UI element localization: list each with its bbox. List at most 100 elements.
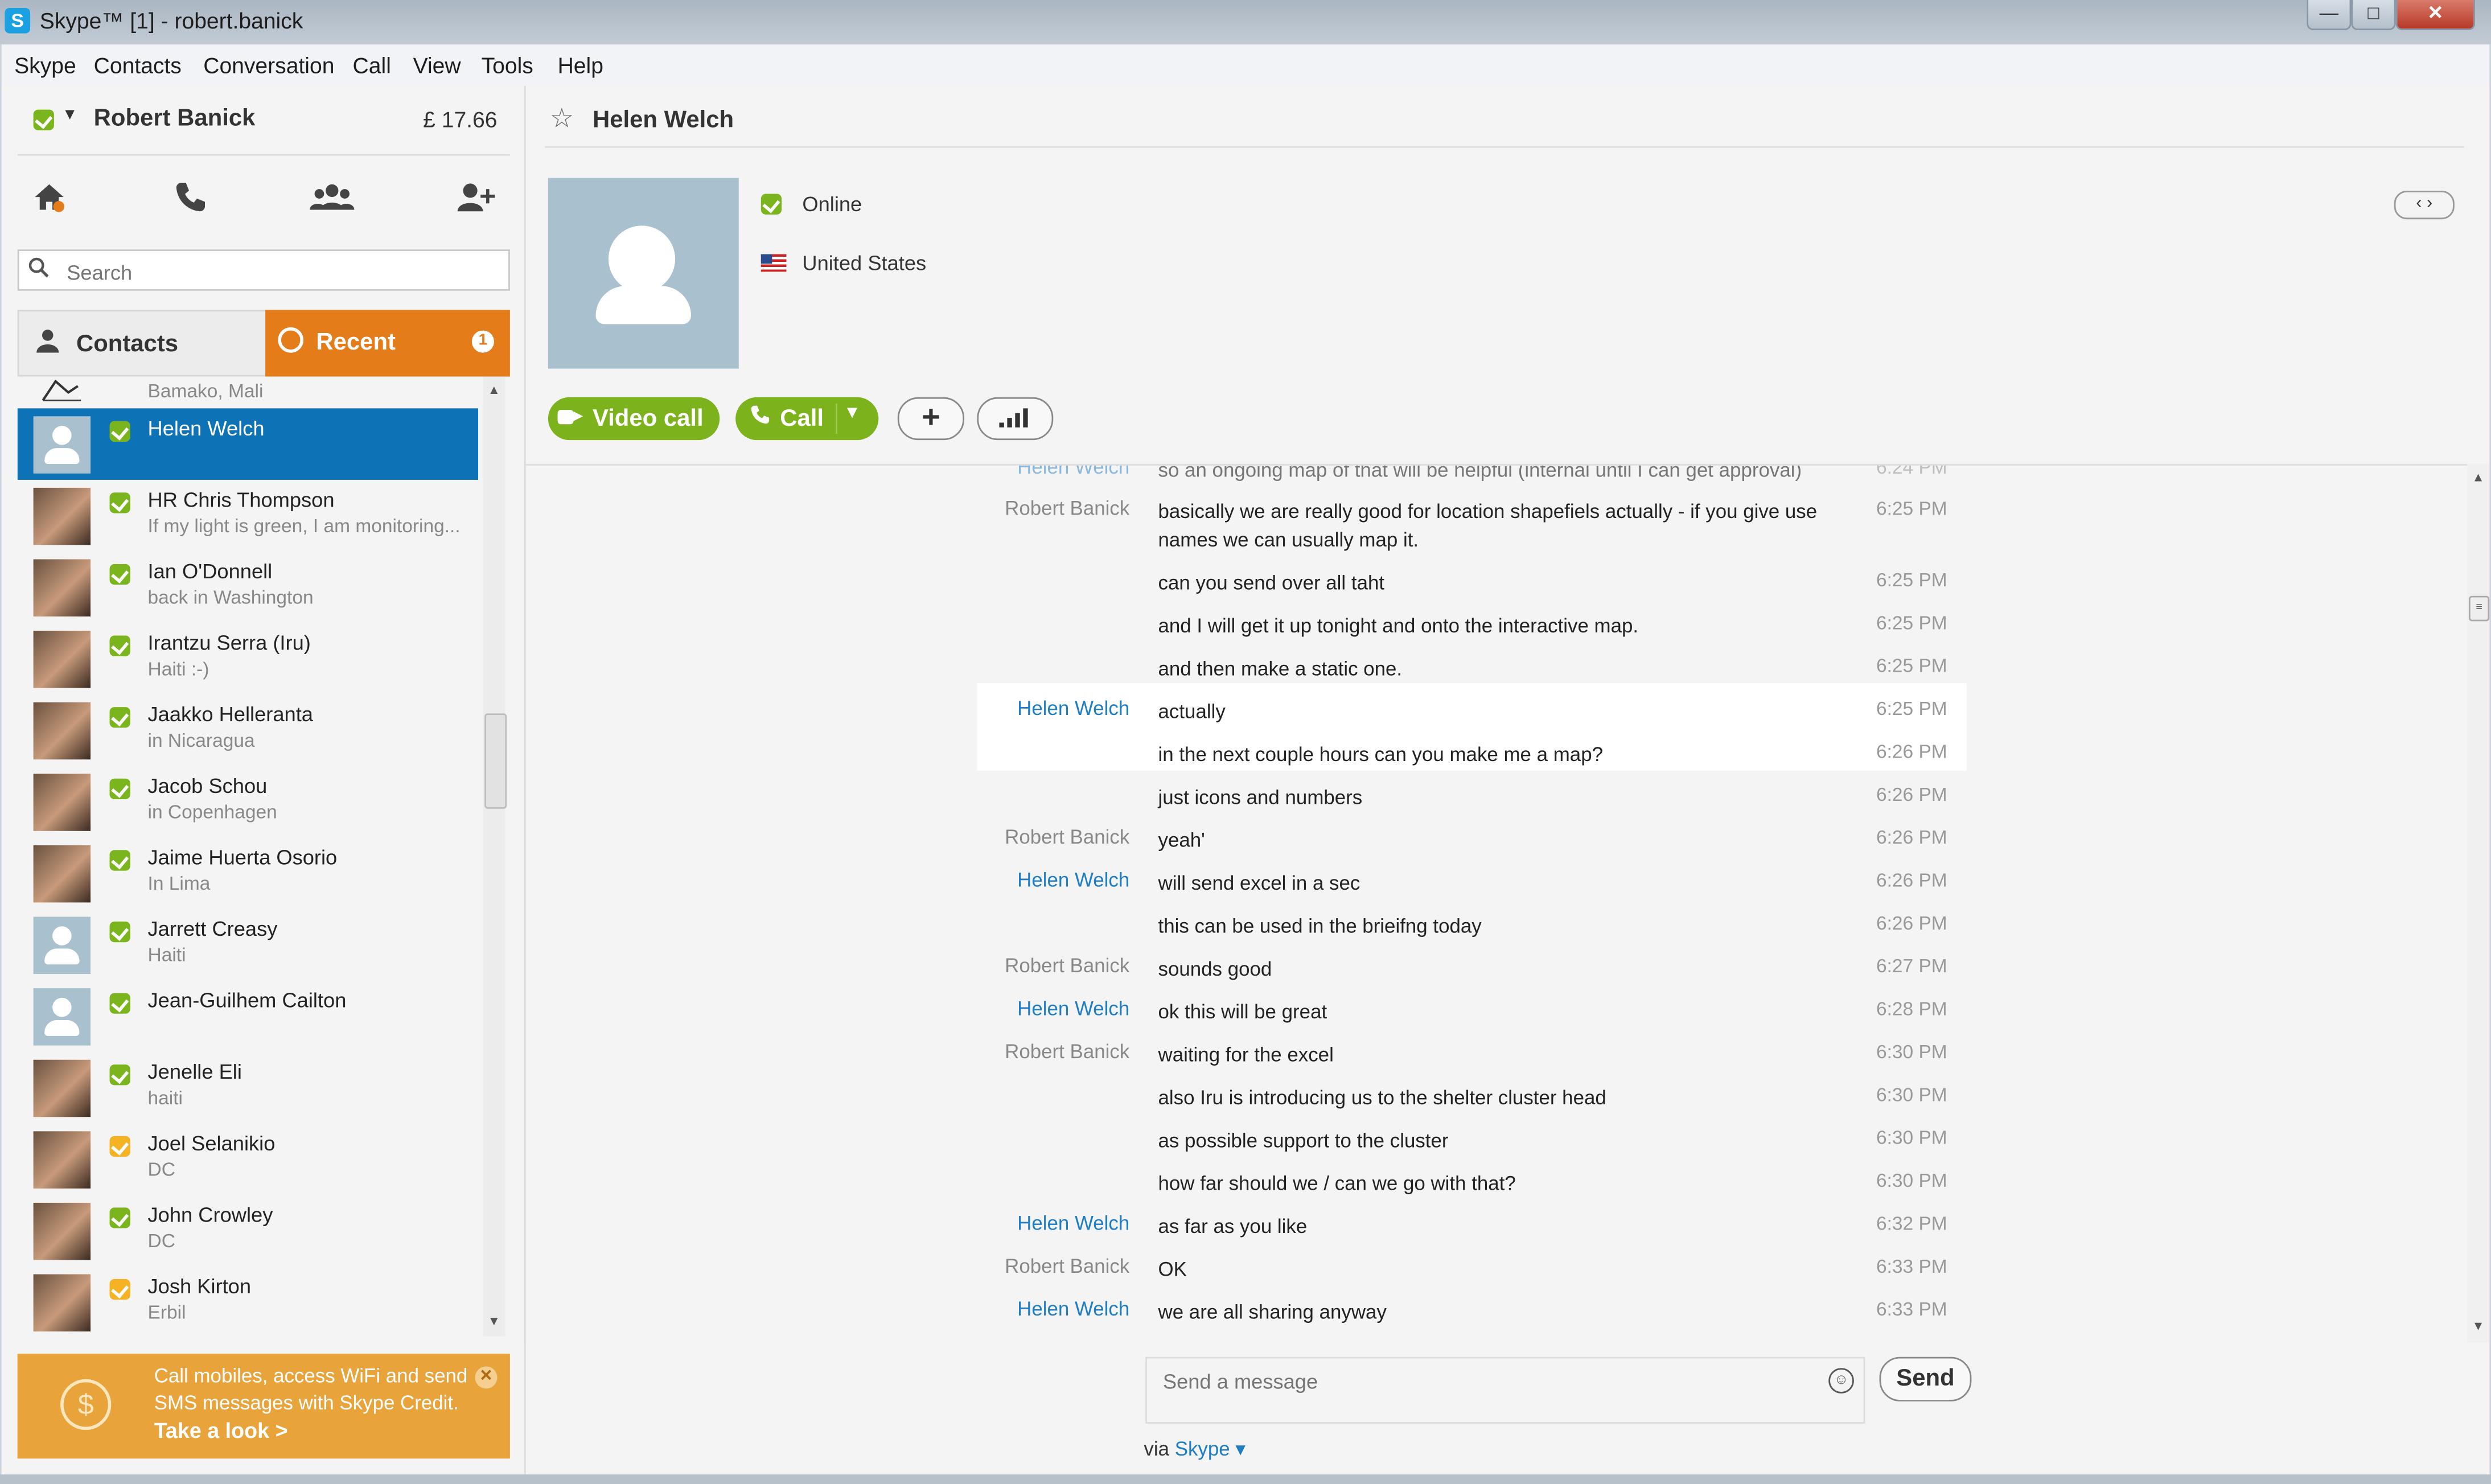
avatar (33, 1131, 91, 1189)
scroll-up-icon[interactable]: ▲ (488, 383, 500, 397)
message-sender[interactable]: Helen Welch (1017, 869, 1129, 891)
menu-view[interactable]: View (413, 52, 461, 78)
profile-avatar (548, 178, 739, 369)
message-input[interactable] (1160, 1366, 1818, 1395)
add-contact-icon[interactable] (453, 178, 500, 226)
message-sender[interactable]: Robert Banick (1005, 1255, 1129, 1277)
search-icon (28, 257, 49, 283)
contact-item[interactable]: Jacob Schou in Copenhagen (18, 766, 478, 837)
message-sender[interactable]: Helen Welch (1017, 1212, 1129, 1235)
contact-list-scrollbar[interactable]: ▲ ▼ (483, 376, 507, 1337)
chevron-down-icon[interactable]: ▼ (844, 404, 861, 422)
contact-item[interactable]: Irantzu Serra (Iru) Haiti :-) (18, 623, 478, 694)
phone-icon[interactable] (167, 178, 215, 226)
send-button[interactable]: Send (1879, 1356, 1972, 1401)
my-profile[interactable]: ▼ Robert Banick £ 17.66 (18, 98, 510, 143)
menu-help[interactable]: Help (558, 52, 603, 78)
home-icon[interactable] (26, 178, 73, 226)
message-time: 6:26 PM (1876, 826, 1947, 849)
star-icon[interactable]: ☆ (550, 103, 574, 135)
recent-count-badge: 1 (471, 330, 494, 353)
profile-nav-arrows[interactable]: ‹ › (2394, 190, 2455, 220)
contact-item[interactable]: Jaakko Helleranta in Nicaragua (18, 694, 478, 766)
close-icon[interactable]: ✕ (475, 1366, 498, 1389)
contact-name: Jacob Schou (147, 774, 268, 798)
contact-name: Jean-Guilhem Cailton (147, 988, 347, 1013)
message-sender[interactable]: Robert Banick (1005, 955, 1129, 977)
contact-mood: DC (147, 1230, 175, 1252)
via-skype-link[interactable]: Skype ▾ (1175, 1438, 1246, 1460)
contact-item[interactable]: Joel Selanikio DC (18, 1123, 478, 1195)
call-button[interactable]: Call ▼ (735, 397, 879, 441)
contact-item[interactable]: HR Chris Thompson If my light is green, I… (18, 480, 478, 552)
contact-item[interactable]: Jarrett Creasy Haiti (18, 909, 478, 981)
scroll-down-icon[interactable]: ▼ (488, 1314, 500, 1328)
video-camera-icon (557, 410, 583, 425)
online-status-icon (109, 492, 130, 513)
message-sender[interactable]: Robert Banick (1005, 1041, 1129, 1063)
menu-tools[interactable]: Tools (482, 52, 533, 78)
chat-history: Helen Welch so an ongoing map of that wi… (525, 464, 2468, 1345)
message-time: 6:32 PM (1876, 1212, 1947, 1235)
promo-link[interactable]: Take a look > (154, 1419, 288, 1443)
close-window-button[interactable]: ✕ (2395, 0, 2476, 31)
message-sender[interactable]: Robert Banick (1005, 826, 1129, 848)
message-time: 6:26 PM (1876, 740, 1947, 763)
call-quality-button[interactable] (977, 397, 1054, 441)
title-bar: S Skype™ [1] - robert.banick — □ ✕ (0, 0, 2491, 45)
message-time: 6:33 PM (1876, 1255, 1947, 1278)
my-status-icon[interactable] (33, 109, 54, 130)
add-to-conversation-button[interactable]: + (897, 397, 965, 441)
contact-item[interactable]: Helen Welch (17, 408, 479, 480)
contact-mood: in Copenhagen (147, 800, 277, 823)
tab-recent[interactable]: Recent 1 (265, 310, 510, 377)
menu-skype[interactable]: Skype (14, 52, 76, 78)
chat-message: Robert Banick sounds good 6:27 PM (526, 955, 2467, 993)
scroll-up-icon[interactable]: ▲ (2472, 470, 2485, 484)
contact-mood: back in Washington (147, 586, 314, 609)
contact-item[interactable]: Jean-Guilhem Cailton (18, 980, 478, 1052)
scroll-thumb[interactable]: ≡ (2468, 595, 2490, 622)
my-name[interactable]: Robert Banick (94, 105, 256, 131)
search-input[interactable] (63, 256, 499, 288)
avatar (33, 916, 91, 975)
avatar (33, 1202, 91, 1260)
contact-item[interactable]: Jaime Huerta Osorio In Lima (18, 837, 478, 909)
scroll-thumb[interactable] (484, 713, 507, 809)
contact-name: Jaime Huerta Osorio (147, 845, 338, 869)
contact-name: Irantzu Serra (Iru) (147, 631, 311, 655)
chat-message: can you send over all taht 6:25 PM (526, 569, 2467, 607)
online-status-icon (109, 1207, 130, 1228)
chat-scrollbar[interactable]: ▲ ≡ ▼ (2467, 464, 2490, 1343)
minimize-button[interactable]: — (2307, 0, 2352, 31)
message-sender[interactable]: Robert Banick (1005, 498, 1129, 520)
chevron-down-icon[interactable]: ▼ (62, 106, 78, 124)
tab-contacts-label: Contacts (76, 330, 179, 358)
call-label: Call (780, 405, 824, 433)
skype-credit[interactable]: £ 17.66 (423, 106, 497, 132)
menu-contacts[interactable]: Contacts (94, 52, 182, 78)
emoticon-icon[interactable]: ☺ (1828, 1368, 1854, 1393)
contact-item[interactable]: John Crowley DC (18, 1195, 478, 1267)
list-item[interactable]: Bamako, Mali (18, 377, 478, 409)
contact-mood: Haiti :-) (147, 657, 209, 680)
scroll-down-icon[interactable]: ▼ (2472, 1319, 2485, 1333)
menu-call[interactable]: Call (353, 52, 391, 78)
message-sender[interactable]: Helen Welch (1017, 697, 1129, 720)
contact-item[interactable]: Ian O'Donnell back in Washington (18, 552, 478, 623)
maximize-button[interactable]: □ (2351, 0, 2396, 31)
online-status-icon (109, 921, 130, 943)
message-text: can you send over all taht (1158, 572, 1385, 594)
video-call-label: Video call (592, 405, 704, 433)
contact-item[interactable]: Josh Kirton Erbil (18, 1267, 478, 1337)
message-sender[interactable]: Helen Welch (1017, 1298, 1129, 1320)
message-text: will send excel in a sec (1158, 872, 1360, 895)
chat-message: Helen Welch will send excel in a sec 6:26 … (526, 869, 2467, 907)
video-call-button[interactable]: Video call (548, 397, 720, 441)
message-sender[interactable]: Helen Welch (1017, 998, 1129, 1020)
group-icon[interactable] (308, 178, 356, 226)
contact-item[interactable]: Jenelle Eli haiti (18, 1052, 478, 1124)
chat-message: as possible support to the cluster 6:30 P… (526, 1127, 2467, 1165)
tab-contacts[interactable]: Contacts (17, 310, 269, 377)
menu-conversation[interactable]: Conversation (203, 52, 334, 78)
